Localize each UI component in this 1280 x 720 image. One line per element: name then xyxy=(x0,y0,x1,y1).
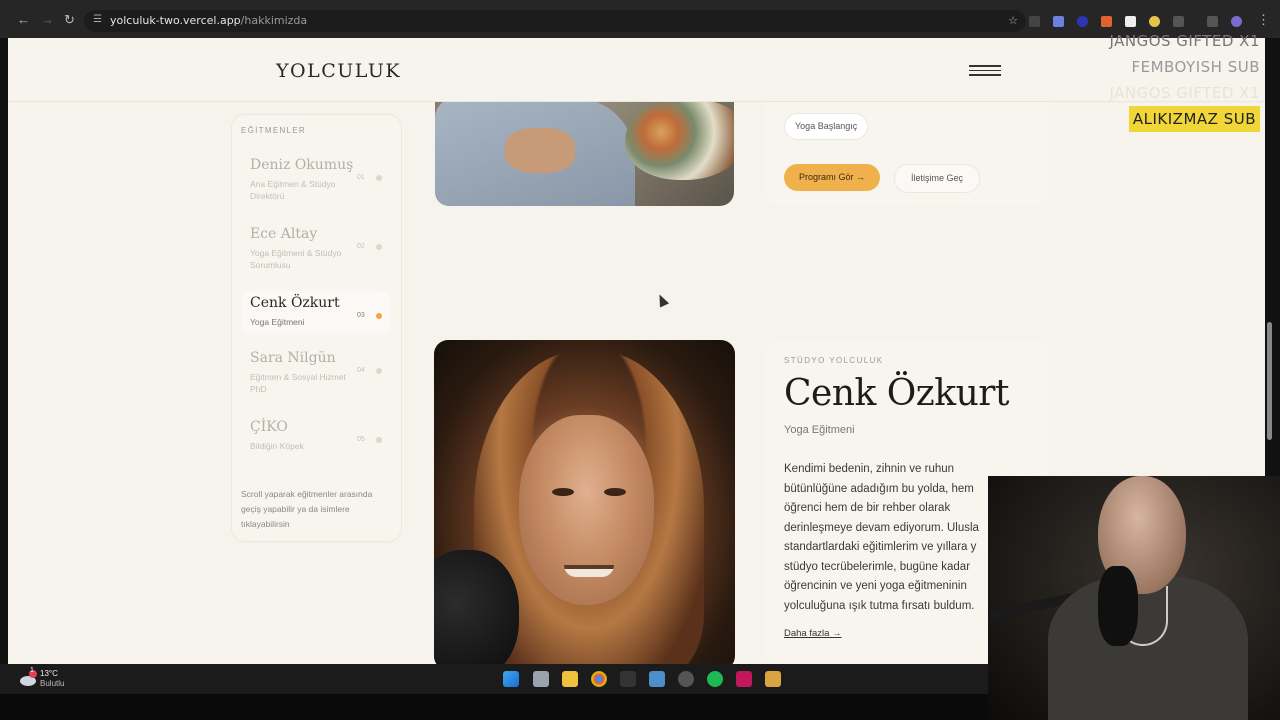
sidebar-item-number: 04 xyxy=(357,367,365,374)
instructor-bio: Kendimi bedenin, zihnin ve ruhun bütünlü… xyxy=(784,460,994,616)
cloud-icon xyxy=(20,670,37,686)
sidebar-item-role: Ana Eğitmen & Stüdyo Direktörü xyxy=(250,179,336,201)
forward-icon[interactable]: → xyxy=(41,13,54,26)
puzzle-icon[interactable] xyxy=(1173,16,1184,27)
spotify-icon[interactable] xyxy=(707,671,723,687)
read-more-link[interactable]: Daha fazla → xyxy=(784,628,842,639)
page-scrollbar-thumb[interactable] xyxy=(1267,322,1272,440)
bio-line: derinleşmeye devam ediyorum. Ulusla xyxy=(784,521,979,534)
sidebar-item-number: 05 xyxy=(357,436,365,443)
sidebar-item-name: Ece Altay xyxy=(250,226,318,242)
chrome-icon[interactable] xyxy=(591,671,607,687)
webcam-feed xyxy=(988,476,1280,720)
sidebar-item-ece[interactable]: Ece Altay Yoga Eğitmeni & Stüdyo Sorumlu… xyxy=(241,222,391,282)
sidebar-item-name: Deniz Okumuş xyxy=(250,157,354,173)
bio-line: Kendimi bedenin, zihnin ve ruhun xyxy=(784,463,955,475)
sidebar-dot-indicator xyxy=(376,175,382,181)
contact-button[interactable]: İletişime Geç xyxy=(894,164,981,193)
sidebar-item-ciko[interactable]: ÇİKO Bildiğin Köpek 05 xyxy=(241,415,391,475)
sidebar-item-role: Yoga Eğitmeni & Stüdyo Sorumlusu xyxy=(250,248,342,270)
tab-search-icon[interactable] xyxy=(1207,16,1218,27)
extension-icon[interactable] xyxy=(1125,16,1136,27)
live-app-icon[interactable] xyxy=(620,671,636,687)
alert-line: JANGOS GIFTED X1 xyxy=(1109,84,1260,102)
reload-icon[interactable]: ↻ xyxy=(64,13,75,26)
app-icon[interactable] xyxy=(765,671,781,687)
bio-line: yolculuğuna ışık tutma fırsatı buldum. xyxy=(784,599,975,612)
bio-line: standartlardaki eğitimlerim ve yıllara y xyxy=(784,541,977,553)
view-program-label: Programı Gör xyxy=(799,172,854,182)
address-bar[interactable]: ☰ yolculuk-two.vercel.app/hakkimizda ☆ xyxy=(84,10,1026,32)
sidebar-title: EĞİTMENLER xyxy=(241,126,307,135)
hamburger-menu-icon[interactable] xyxy=(969,65,1001,77)
sidebar-item-name: Sara Nilgün xyxy=(250,350,336,366)
weather-condition: Bulutlu xyxy=(40,679,65,688)
sidebar-dot-indicator xyxy=(376,313,382,319)
back-icon[interactable]: ← xyxy=(17,13,30,26)
extension-icon[interactable] xyxy=(1101,16,1112,27)
bookmark-star-icon[interactable]: ☆ xyxy=(1008,14,1018,27)
bio-line: öğrencinin ve yeni yoga eğitmeninin xyxy=(784,580,967,592)
sidebar-item-number: 02 xyxy=(357,243,365,250)
media-player-icon[interactable] xyxy=(736,671,752,687)
weather-widget[interactable] xyxy=(18,669,38,689)
studio-label: STÜDYO YOLCULUK xyxy=(784,356,884,365)
instructor-name: Cenk Özkurt xyxy=(784,373,1009,414)
sidebar-item-name: ÇİKO xyxy=(250,419,288,435)
menu-dots-icon[interactable]: ⋮ xyxy=(1257,13,1270,26)
sidebar-item-role: Yoga Eğitmeni xyxy=(250,317,305,327)
stream-alerts-overlay: JANGOS GIFTED X1 FEMBOYISH SUB JANGOS GI… xyxy=(1100,28,1260,132)
sidebar-item-role: Eğitmen & Sosyal Hizmet PhD xyxy=(250,372,346,394)
browser-toolbar: ← → ↻ ☰ yolculuk-two.vercel.app/hakkimiz… xyxy=(0,0,1280,38)
task-view-icon[interactable] xyxy=(533,671,549,687)
sidebar-dot-indicator xyxy=(376,437,382,443)
mouse-cursor-icon xyxy=(654,292,670,308)
file-explorer-icon[interactable] xyxy=(562,671,578,687)
alert-line: FEMBOYISH SUB xyxy=(1131,58,1260,76)
profile-avatar[interactable] xyxy=(1231,16,1242,27)
site-logo[interactable]: YOLCULUK xyxy=(276,60,401,82)
sidebar-item-sara[interactable]: Sara Nilgün Eğitmen & Sosyal Hizmet PhD … xyxy=(241,346,391,406)
start-icon[interactable] xyxy=(503,671,519,687)
sidebar-item-number: 03 xyxy=(357,312,365,319)
keyboard-app-icon[interactable] xyxy=(649,671,665,687)
site-info-icon[interactable]: ☰ xyxy=(93,15,103,25)
instructor-sidebar: EĞİTMENLER Deniz Okumuş Ana Eğitmen & St… xyxy=(231,114,402,542)
url-path: /hakkimizda xyxy=(240,14,308,27)
weather-temperature: 13°C xyxy=(40,669,58,678)
obs-icon[interactable] xyxy=(678,671,694,687)
bio-line: bütünlüğüne adadığım bu yolda, hem xyxy=(784,482,974,495)
sidebar-item-deniz[interactable]: Deniz Okumuş Ana Eğitmen & Stüdyo Direkt… xyxy=(241,153,391,213)
program-tag: Yoga Başlangıç xyxy=(784,113,869,140)
sidebar-item-role: Bildiğin Köpek xyxy=(250,441,304,451)
view-program-button[interactable]: Programı Gör → xyxy=(784,164,881,191)
sidebar-item-number: 01 xyxy=(357,174,365,181)
extension-icon[interactable] xyxy=(1053,16,1064,27)
sidebar-item-cenk[interactable]: Cenk Özkurt Yoga Eğitmeni 03 xyxy=(241,291,391,335)
extension-icon[interactable] xyxy=(1149,16,1160,27)
instructor-photo xyxy=(434,340,735,664)
arrow-right-icon: → xyxy=(832,628,842,639)
arrow-right-icon: → xyxy=(856,172,866,182)
sidebar-dot-indicator xyxy=(376,368,382,374)
bio-line: öğrenci hem de bir rehber olarak xyxy=(784,502,951,514)
instructor-role: Yoga Eğitmeni xyxy=(784,424,855,436)
sidebar-hint-text: Scroll yaparak eğitmenler arasında geçiş… xyxy=(241,489,373,529)
read-more-label: Daha fazla xyxy=(784,628,830,639)
site-header: YOLCULUK xyxy=(8,38,1265,102)
url-host: yolculuk-two.vercel.app xyxy=(110,14,241,27)
sidebar-dot-indicator xyxy=(376,244,382,250)
alert-line: JANGOS GIFTED X1 xyxy=(1109,32,1260,50)
extension-icon[interactable] xyxy=(1077,16,1088,27)
bio-line: stüdyo tecrübelerimle, bugüne kadar xyxy=(784,560,971,573)
pen-extension-icon[interactable] xyxy=(1029,16,1040,27)
notification-count: 1 xyxy=(30,667,34,674)
sidebar-item-name: Cenk Özkurt xyxy=(250,295,340,311)
alert-line-highlight: ALIKIZMAZ SUB xyxy=(1128,106,1260,132)
